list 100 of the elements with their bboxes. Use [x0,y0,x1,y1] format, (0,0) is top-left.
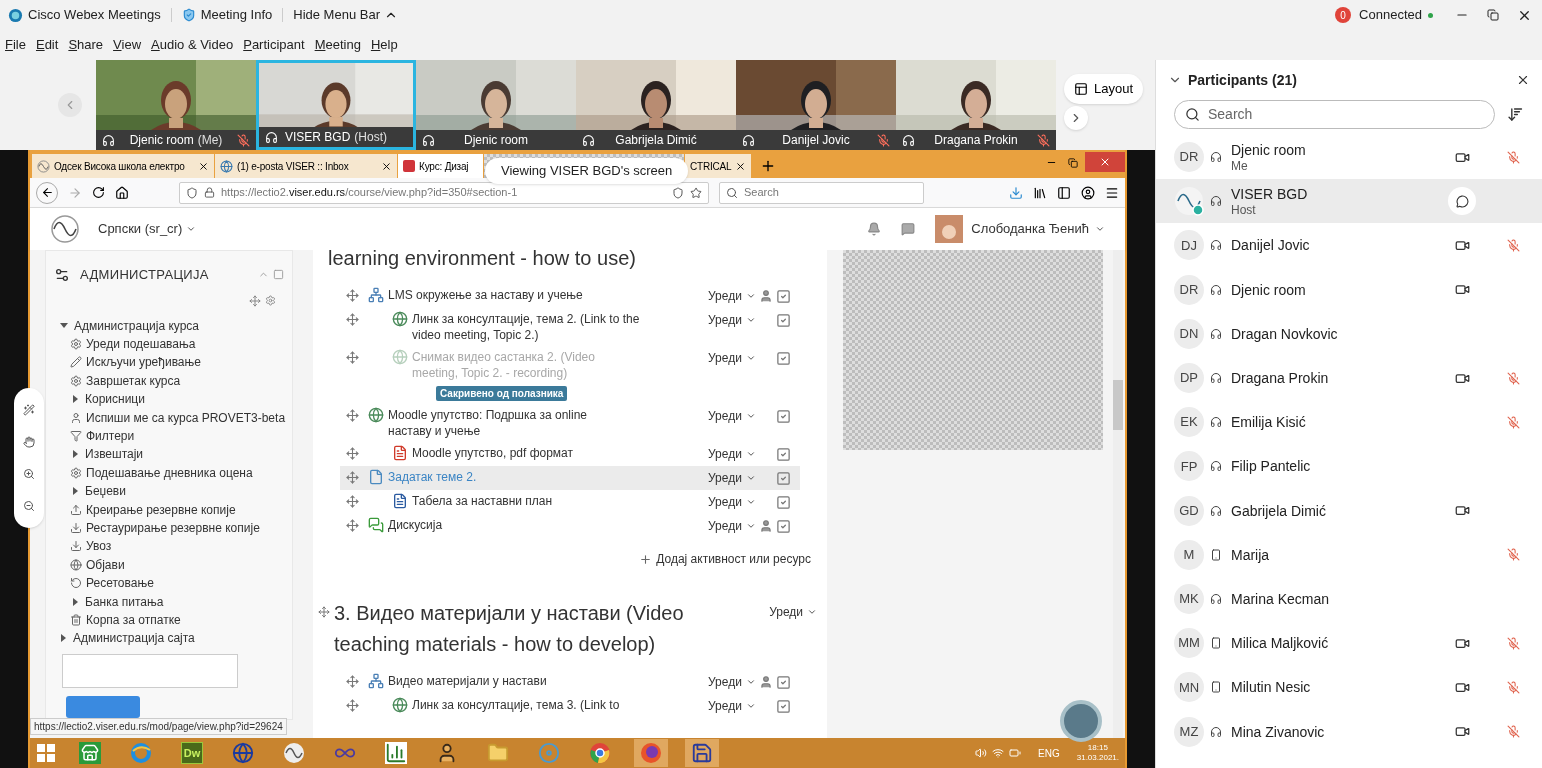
activity-title[interactable]: Moodle упутство, pdf формат [412,445,644,461]
participant-row[interactable]: DR Djenic room [1156,267,1542,312]
admin-menu-item[interactable]: Администрација сајта [73,629,195,648]
language-menu[interactable]: Српски (sr_cr) [98,219,197,239]
move-icon[interactable] [346,495,359,508]
admin-menu-item[interactable]: Банка питања [85,592,164,611]
completion-checkbox[interactable] [775,408,791,424]
admin-menu-item[interactable]: Корпа за отпатке [86,610,181,629]
admin-menu-item[interactable]: Креирање резервне копије [86,500,236,519]
library-icon[interactable] [1033,185,1047,200]
completion-checkbox[interactable] [775,288,791,304]
meeting-info-button[interactable]: Meeting Info [200,5,273,25]
menu-item[interactable]: Edit [35,35,59,55]
close-tab-icon[interactable] [735,160,747,172]
admin-menu-item[interactable]: Подешавање дневника оцена [86,463,253,482]
activity-title[interactable]: Линк за консултације, тема 2. (Link to the video meeting, Topic 2.) [412,311,644,343]
participant-row[interactable]: DN Dragan Novkovic [1156,311,1542,356]
menu-item[interactable]: View [113,35,142,55]
move-icon[interactable] [249,294,261,307]
participant-row[interactable]: M Marija [1156,532,1542,577]
submit-button[interactable] [66,695,140,718]
edit-menu[interactable]: Уреди [708,311,756,329]
windows-start-icon[interactable] [36,743,56,763]
participant-row[interactable]: VISER BGD Host [1156,179,1542,224]
edit-menu[interactable]: Уреди [708,673,756,691]
notification-icon[interactable] [867,222,882,236]
move-icon[interactable] [346,675,359,688]
menu-item[interactable]: File [5,35,26,55]
browser-tab[interactable]: Одсек Висока школа електро [32,154,214,178]
edit-menu[interactable]: Уреди [708,287,756,305]
participant-row[interactable]: MK Marina Kecman [1156,576,1542,622]
move-icon[interactable] [346,699,359,712]
address-bar[interactable]: https://lectio2.viser.edu.rs/course/view.php?id=350#section-1 [179,181,709,204]
completion-checkbox[interactable] [775,446,791,462]
menu-item[interactable]: Audio & Video [151,35,234,55]
activity-title[interactable]: Видео материјали у настави [388,673,620,689]
admin-menu-item[interactable]: Беџеви [85,482,126,501]
admin-menu-item[interactable]: Објави [86,555,125,574]
close-tab-icon[interactable] [381,160,392,172]
move-icon[interactable] [346,519,359,532]
edit-menu[interactable]: Уреди [708,407,756,425]
hide-menu-bar-button[interactable]: Hide Menu Bar [293,5,398,25]
taskbar-button[interactable]: Dw [175,739,209,767]
caret-right-icon[interactable] [61,634,66,643]
admin-menu-item[interactable]: Ресетовање [86,574,154,593]
home-icon[interactable] [115,185,129,200]
browser-tab[interactable]: CTRICAL [685,154,752,178]
edit-menu[interactable]: Уреди [708,349,756,367]
add-activity-link[interactable]: Додај активност или ресурс [639,550,811,568]
activity-title[interactable]: Табела за наставни план [412,493,644,509]
activity-title[interactable]: Moodle упутство: Подршка за online наставу и учење [388,407,620,439]
gear-icon[interactable] [265,294,276,306]
video-tile[interactable]: VISER BGD (Host) [256,60,416,150]
completion-checkbox[interactable] [775,470,791,486]
edit-menu[interactable]: Уреди [708,493,756,511]
move-icon[interactable] [318,606,330,618]
browser-tab[interactable]: (1) e-posta VISER :: Inbox [215,154,397,178]
browser-tab[interactable]: Курс: Дизај [398,154,483,178]
admin-menu-item[interactable]: Завршетак курса [86,371,181,390]
admin-menu-item[interactable]: Корисници [85,390,145,409]
move-icon[interactable] [346,447,359,460]
text-field[interactable] [62,653,238,688]
admin-menu-item[interactable]: Искључи уређивање [86,353,201,372]
move-icon[interactable] [346,313,359,326]
admin-menu-item[interactable]: Рестаурирање резервне копије [86,519,260,537]
menu-item[interactable]: Meeting [314,35,361,55]
activity-title[interactable]: Линк за консултације, тема 3. (Link to [412,697,644,713]
video-tile[interactable]: Dragana Prokin [896,60,1056,150]
completion-checkbox[interactable] [775,350,791,366]
edit-menu[interactable]: Уреди [708,517,756,535]
admin-menu-item[interactable]: Администрација курса [74,316,199,335]
search-field[interactable]: Search [719,181,924,204]
hand-icon[interactable] [23,436,35,448]
caret-right-icon[interactable] [73,395,78,404]
video-tile[interactable]: Djenic room (Me) [96,60,256,150]
next-button[interactable] [1064,106,1088,130]
participant-row[interactable]: DJ Danijel Jovic [1156,223,1542,268]
close-icon[interactable] [1516,73,1530,87]
participant-row[interactable]: GD Gabrijela Dimić [1156,488,1542,533]
sidebar-icon[interactable] [1057,185,1071,200]
move-icon[interactable] [346,471,359,484]
admin-menu-item[interactable]: Филтери [86,427,135,446]
close-tab-icon[interactable] [198,160,209,172]
move-icon[interactable] [346,409,359,422]
edit-menu[interactable]: Уреди [769,603,817,621]
admin-menu-item[interactable]: Увоз [86,537,112,556]
menu-icon[interactable] [1105,185,1119,200]
completion-checkbox[interactable] [775,312,791,328]
caret-right-icon[interactable] [73,450,78,459]
account-icon[interactable] [1081,185,1095,200]
layout-button[interactable]: Layout [1064,74,1144,104]
scrollbar-thumb[interactable] [1113,380,1123,430]
menu-item[interactable]: Share [68,35,104,55]
taskbar-button[interactable] [634,739,668,767]
menu-item[interactable]: Participant [243,35,305,55]
restore-icon[interactable] [1068,158,1078,168]
participant-row[interactable]: MZ Mina Zivanovic [1156,709,1542,754]
video-tile[interactable]: Gabrijela Dimić [576,60,736,150]
participant-row[interactable]: DP Dragana Prokin [1156,355,1542,401]
user-menu[interactable]: Слободанка Ђенић [971,219,1105,239]
